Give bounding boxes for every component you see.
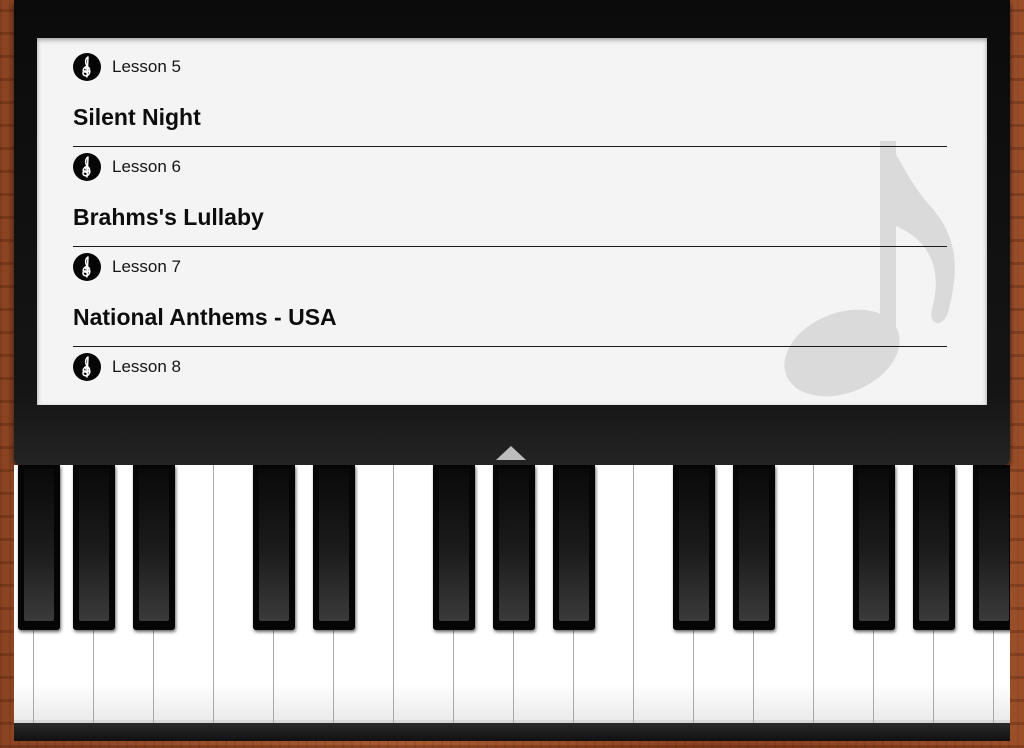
treble-clef-icon (73, 53, 101, 81)
black-key[interactable] (733, 465, 775, 630)
black-key[interactable] (433, 465, 475, 630)
lesson-title: National Anthems - USA (73, 304, 337, 330)
black-key[interactable] (133, 465, 175, 630)
black-key[interactable] (253, 465, 295, 630)
lesson-number: Lesson 8 (112, 357, 181, 376)
black-key[interactable] (73, 465, 115, 630)
black-key[interactable] (913, 465, 955, 630)
black-key[interactable] (853, 465, 895, 630)
lesson-number: Lesson 5 (112, 57, 181, 76)
lesson-title: Brahms's Lullaby (73, 204, 264, 230)
piano-keyboard[interactable] (14, 465, 1010, 741)
divider (73, 246, 947, 247)
black-key[interactable] (18, 465, 60, 630)
lesson-number: Lesson 6 (112, 157, 181, 176)
lesson-title: Silent Night (73, 104, 201, 130)
chevron-up-icon[interactable] (496, 446, 526, 460)
treble-clef-icon (73, 253, 101, 281)
treble-clef-icon (73, 153, 101, 181)
black-key[interactable] (313, 465, 355, 630)
lesson-number: Lesson 7 (112, 257, 181, 276)
treble-clef-icon (73, 353, 101, 381)
black-key[interactable] (493, 465, 535, 630)
music-note-icon (784, 141, 955, 397)
divider (73, 346, 947, 347)
black-key[interactable] (973, 465, 1010, 630)
divider (73, 146, 947, 147)
lesson-list-panel[interactable]: Lesson 5 Silent Night Lesson 6 Brahms's … (37, 38, 987, 405)
black-key[interactable] (553, 465, 595, 630)
black-key[interactable] (673, 465, 715, 630)
keyboard-rail (14, 723, 1010, 741)
